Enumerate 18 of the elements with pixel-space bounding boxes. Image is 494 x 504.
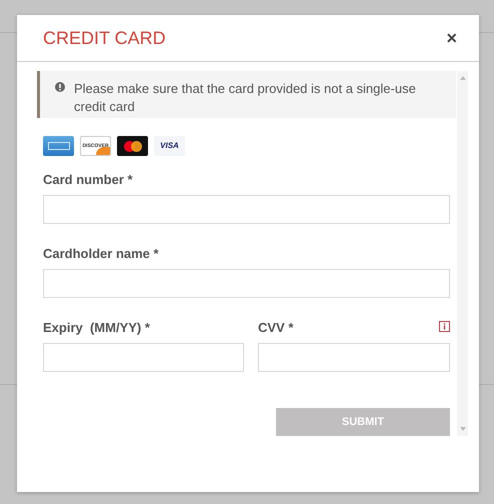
close-button[interactable]: × — [446, 29, 457, 47]
mastercard-card-icon — [117, 136, 148, 156]
field-label: Cardholder name * — [43, 247, 160, 260]
field-label: CVV * — [258, 321, 294, 334]
info-icon — [55, 82, 65, 92]
text-field[interactable] — [43, 195, 450, 224]
text-field[interactable] — [43, 343, 244, 372]
field-label: Card number * — [43, 173, 134, 186]
scrollbar[interactable] — [457, 71, 468, 436]
notice-text: Please make sure that the card provided is not a single-use credit card — [74, 80, 417, 116]
info-icon[interactable] — [439, 321, 450, 332]
text-field[interactable] — [43, 269, 450, 298]
scroll-up-icon[interactable] — [460, 76, 466, 80]
dialog-title: CREDIT CARD — [43, 26, 166, 50]
visa-card-logo: VISA — [154, 136, 185, 156]
scroll-down-icon[interactable] — [460, 427, 466, 431]
text-field[interactable] — [258, 343, 450, 372]
field-label: Expiry (MM/YY) * — [43, 321, 150, 334]
